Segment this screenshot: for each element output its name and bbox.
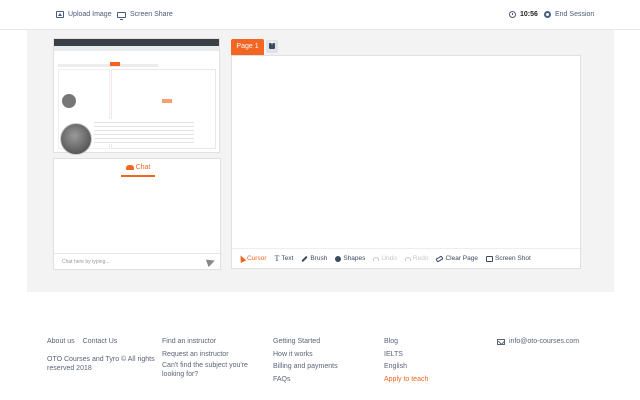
shapes-icon — [335, 255, 342, 262]
copyright-text: OTO Courses and Tyro © All rights reserv… — [47, 355, 155, 372]
upload-image-label: Upload Image — [68, 11, 112, 18]
timer-value: 10:56 — [520, 11, 538, 18]
end-session-button[interactable]: End Session — [544, 11, 594, 18]
send-icon[interactable] — [205, 256, 217, 268]
monitor-icon — [117, 11, 126, 20]
video-browser-address-bar — [54, 46, 219, 51]
clear-page-label: Clear Page — [445, 255, 478, 262]
screen-shot-label: Screen Shot — [494, 255, 531, 262]
whiteboard-toolbar: Cursor T Text Brush Shapes Undo Redo Cle… — [232, 248, 580, 268]
eraser-icon — [435, 255, 444, 262]
cursor-tool[interactable]: Cursor — [237, 254, 267, 263]
footer-col-about: About us Contact Us OTO Courses and Tyro… — [47, 336, 157, 373]
upload-image-button[interactable]: Upload Image — [56, 11, 112, 18]
find-instructor-link[interactable]: Find an instructor — [162, 336, 262, 349]
how-it-works-link[interactable]: How it works — [273, 349, 338, 362]
apply-to-teach-link[interactable]: Apply to teach — [384, 374, 428, 387]
brush-label: Brush — [310, 255, 328, 262]
screenshot-icon — [485, 255, 493, 262]
text-label: Text — [281, 255, 294, 262]
cant-find-subject-link[interactable]: Can't find the subject you're looking fo… — [162, 361, 262, 379]
video-browser-tabs — [54, 39, 219, 46]
brush-icon — [301, 255, 309, 262]
shapes-label: Shapes — [343, 255, 366, 262]
contact-us-link[interactable]: Contact Us — [83, 336, 118, 349]
ielts-link[interactable]: IELTS — [384, 349, 428, 362]
about-us-link[interactable]: About us — [47, 336, 75, 349]
chat-panel: Chat — [53, 158, 221, 270]
gear-icon — [544, 11, 551, 18]
clock-icon — [509, 11, 516, 18]
top-bar: Upload Image Screen Share 10:56 End Sess… — [0, 0, 640, 30]
add-page-button[interactable] — [266, 40, 278, 53]
shapes-tool[interactable]: Shapes — [335, 255, 365, 262]
video-mini-button — [162, 99, 172, 103]
getting-started-link[interactable]: Getting Started — [273, 336, 338, 349]
blog-link[interactable]: Blog — [384, 336, 428, 349]
billing-link[interactable]: Billing and payments — [273, 361, 338, 374]
email-text: info@oto-courses.com — [509, 338, 580, 345]
undo-icon — [373, 256, 380, 261]
brush-tool[interactable]: Brush — [301, 255, 327, 262]
end-session-label: End Session — [555, 11, 595, 18]
footer-col-help: Getting Started How it works Billing and… — [273, 336, 338, 386]
clear-page-button[interactable]: Clear Page — [435, 255, 478, 262]
screen-shot-button[interactable]: Screen Shot — [485, 255, 531, 262]
footer-col-contact: info@oto-courses.com — [497, 336, 579, 349]
redo-icon — [404, 256, 411, 261]
redo-button[interactable]: Redo — [404, 255, 429, 262]
tab-page-1[interactable]: Page 1 — [231, 39, 264, 55]
video-mini-toolbar — [58, 64, 158, 67]
redo-label: Redo — [412, 255, 429, 262]
image-icon — [56, 11, 64, 18]
cursor-icon — [237, 254, 247, 263]
screen-share-button[interactable]: Screen Share — [117, 11, 173, 20]
chat-tab[interactable]: Chat — [121, 164, 155, 177]
undo-button[interactable]: Undo — [373, 255, 397, 262]
video-mini-table — [94, 119, 194, 144]
session-timer: 10:56 — [509, 11, 538, 18]
screen-share-label: Screen Share — [130, 11, 173, 18]
english-link[interactable]: English — [384, 361, 428, 374]
video-mini-page-tab — [110, 62, 120, 66]
footer-col-resources: Blog IELTS English Apply to teach — [384, 336, 428, 386]
faqs-link[interactable]: FAQs — [273, 374, 338, 387]
footer: About us Contact Us OTO Courses and Tyro… — [0, 292, 640, 400]
chat-input-bar — [54, 253, 220, 269]
whiteboard[interactable]: Cursor T Text Brush Shapes Undo Redo Cle… — [231, 55, 581, 269]
video-mini-camera — [62, 94, 76, 108]
cursor-label: Cursor — [247, 255, 267, 262]
text-tool[interactable]: T Text — [274, 253, 294, 263]
plus-icon — [269, 40, 275, 49]
chat-input[interactable] — [62, 257, 192, 267]
chat-tab-label: Chat — [135, 164, 151, 171]
text-icon: T — [274, 253, 280, 263]
footer-col-instructors: Find an instructor Request an instructor… — [162, 336, 262, 379]
request-instructor-link[interactable]: Request an instructor — [162, 349, 262, 362]
undo-label: Undo — [381, 255, 397, 262]
mail-icon — [497, 339, 505, 346]
users-icon — [125, 165, 134, 170]
webcam-avatar — [60, 123, 92, 155]
contact-email[interactable]: info@oto-courses.com — [497, 336, 579, 349]
